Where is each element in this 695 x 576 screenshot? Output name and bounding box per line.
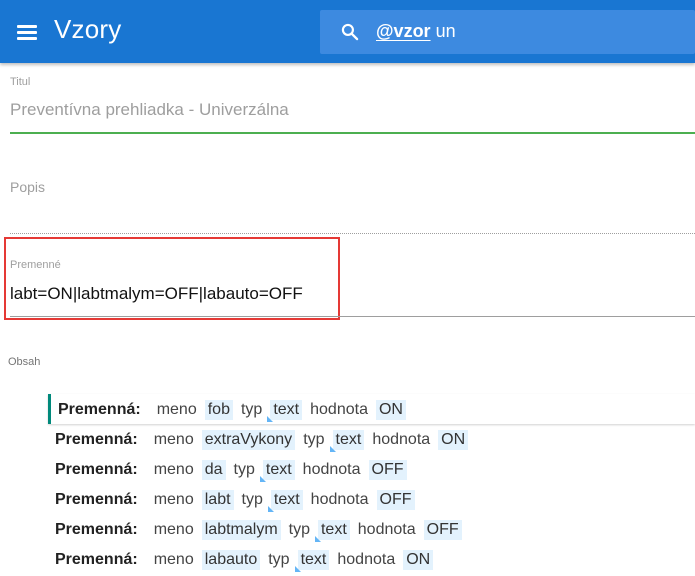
variable-name[interactable]: labauto [201, 550, 261, 570]
typ-label: typ [233, 461, 255, 478]
titul-label: Titul [10, 76, 31, 88]
variable-name[interactable]: extraVykony [201, 430, 296, 450]
hodnota-label: hodnota [310, 401, 368, 418]
list-item[interactable]: Premenná: meno fob typ text hodnota ON [48, 394, 695, 424]
search-tag: @vzor [376, 21, 431, 41]
premenne-underline [10, 316, 695, 317]
variable-type[interactable]: text [294, 550, 330, 572]
list-item[interactable]: Premenná: meno extraVykony typ text hodnota ON [48, 424, 695, 454]
list-item[interactable]: Premenná: meno da typ text hodnota OFF [48, 454, 695, 484]
meno-label: meno [153, 521, 194, 538]
typ-label: typ [241, 491, 263, 508]
variable-value[interactable]: OFF [376, 490, 415, 510]
meno-label: meno [153, 431, 194, 448]
variable-keyword: Premenná: [55, 461, 138, 478]
titul-field[interactable]: Preventívna prehliadka - Univerzálna [10, 100, 289, 120]
premenne-label: Premenné [10, 259, 61, 271]
typ-label: typ [288, 521, 310, 538]
list-item[interactable]: Premenná: meno labauto typ text hodnota ON [48, 544, 695, 574]
variable-type[interactable]: text [267, 400, 303, 422]
app-bar: Vzory @vzor un [0, 0, 695, 63]
variable-name[interactable]: da [201, 460, 226, 480]
variable-keyword: Premenná: [55, 491, 138, 508]
popis-underline [10, 233, 695, 234]
variable-type[interactable]: text [315, 520, 350, 542]
variable-name[interactable]: labtmalym [201, 520, 281, 540]
search-icon[interactable] [340, 22, 360, 42]
hodnota-label: hodnota [310, 491, 369, 508]
typ-label: typ [268, 551, 290, 568]
menu-icon[interactable] [17, 24, 37, 40]
hodnota-label: hodnota [337, 551, 396, 568]
premenne-field[interactable]: labt=ON|labtmalym=OFF|labauto=OFF [10, 284, 303, 304]
typ-label: typ [303, 431, 325, 448]
variable-type[interactable]: text [259, 460, 295, 482]
hodnota-label: hodnota [372, 431, 431, 448]
meno-label: meno [153, 491, 194, 508]
app-title: Vzory [54, 14, 122, 44]
variable-keyword: Premenná: [58, 401, 141, 418]
variable-type[interactable]: text [329, 430, 365, 452]
search-query-text: un [435, 21, 456, 41]
meno-label: meno [156, 401, 197, 418]
list-item[interactable]: Premenná: meno labtmalym typ text hodnota OFF [48, 514, 695, 544]
premenne-highlight-box [4, 237, 340, 320]
variable-keyword: Premenná: [55, 431, 138, 448]
variable-keyword: Premenná: [55, 521, 138, 538]
variable-value[interactable]: ON [375, 400, 406, 420]
search-box[interactable]: @vzor un [320, 10, 695, 54]
variable-value[interactable]: ON [438, 430, 469, 450]
meno-label: meno [153, 551, 194, 568]
variable-name[interactable]: labt [201, 490, 234, 510]
obsah-label: Obsah [8, 356, 41, 368]
variable-value[interactable]: ON [403, 550, 434, 570]
search-input[interactable]: @vzor un [376, 21, 456, 42]
typ-label: typ [240, 401, 263, 418]
popis-field[interactable]: Popis [10, 179, 45, 195]
variable-value[interactable]: OFF [368, 460, 407, 480]
titul-underline [10, 132, 695, 134]
variable-value[interactable]: OFF [423, 520, 462, 540]
hodnota-label: hodnota [357, 521, 416, 538]
meno-label: meno [153, 461, 194, 478]
list-item[interactable]: Premenná: meno labt typ text hodnota OFF [48, 484, 695, 514]
variable-name[interactable]: fob [204, 400, 233, 420]
hodnota-label: hodnota [302, 461, 361, 478]
variable-keyword: Premenná: [55, 551, 138, 568]
variable-type[interactable]: text [267, 490, 303, 512]
